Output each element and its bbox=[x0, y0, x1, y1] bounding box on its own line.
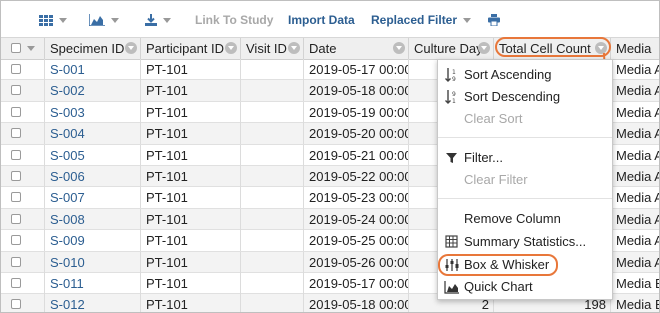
menu-divider bbox=[438, 137, 612, 138]
table-icon bbox=[444, 234, 460, 250]
menu-item-remove-column[interactable]: Remove Column bbox=[438, 208, 612, 230]
svg-text:9: 9 bbox=[452, 76, 456, 83]
menu-item-summary-statistics[interactable]: Summary Statistics... bbox=[438, 231, 612, 253]
svg-text:9: 9 bbox=[452, 91, 456, 98]
menu-item-label: Clear Filter bbox=[464, 172, 528, 187]
sort-descending-icon: 91 bbox=[444, 89, 460, 105]
grid-panel: Link To Study Import Data Replaced Filte… bbox=[0, 0, 660, 313]
filter-icon bbox=[444, 150, 460, 166]
menu-item-sort-ascending[interactable]: 19 Sort Ascending bbox=[438, 64, 612, 86]
svg-text:1: 1 bbox=[452, 98, 456, 105]
menu-item-label: Sort Descending bbox=[464, 89, 561, 104]
area-chart-icon bbox=[444, 279, 460, 295]
menu-item-label: Remove Column bbox=[464, 211, 561, 226]
menu-item-label: Clear Sort bbox=[464, 111, 523, 126]
menu-item-label: Sort Ascending bbox=[464, 67, 552, 82]
menu-divider bbox=[438, 198, 612, 199]
menu-item-quick-chart[interactable]: Quick Chart bbox=[438, 276, 612, 298]
menu-item-filter[interactable]: Filter... bbox=[438, 147, 612, 169]
menu-item-clear-filter[interactable]: Clear Filter bbox=[438, 169, 612, 191]
menu-item-label: Summary Statistics... bbox=[464, 234, 587, 249]
menu-item-label: Quick Chart bbox=[464, 279, 533, 294]
svg-text:1: 1 bbox=[452, 69, 456, 76]
menu-item-label: Filter... bbox=[464, 150, 504, 165]
menu-item-sort-descending[interactable]: 91 Sort Descending bbox=[438, 86, 612, 108]
sort-ascending-icon: 19 bbox=[444, 67, 460, 83]
highlight-outline bbox=[438, 254, 558, 276]
menu-item-clear-sort[interactable]: Clear Sort bbox=[438, 108, 612, 130]
